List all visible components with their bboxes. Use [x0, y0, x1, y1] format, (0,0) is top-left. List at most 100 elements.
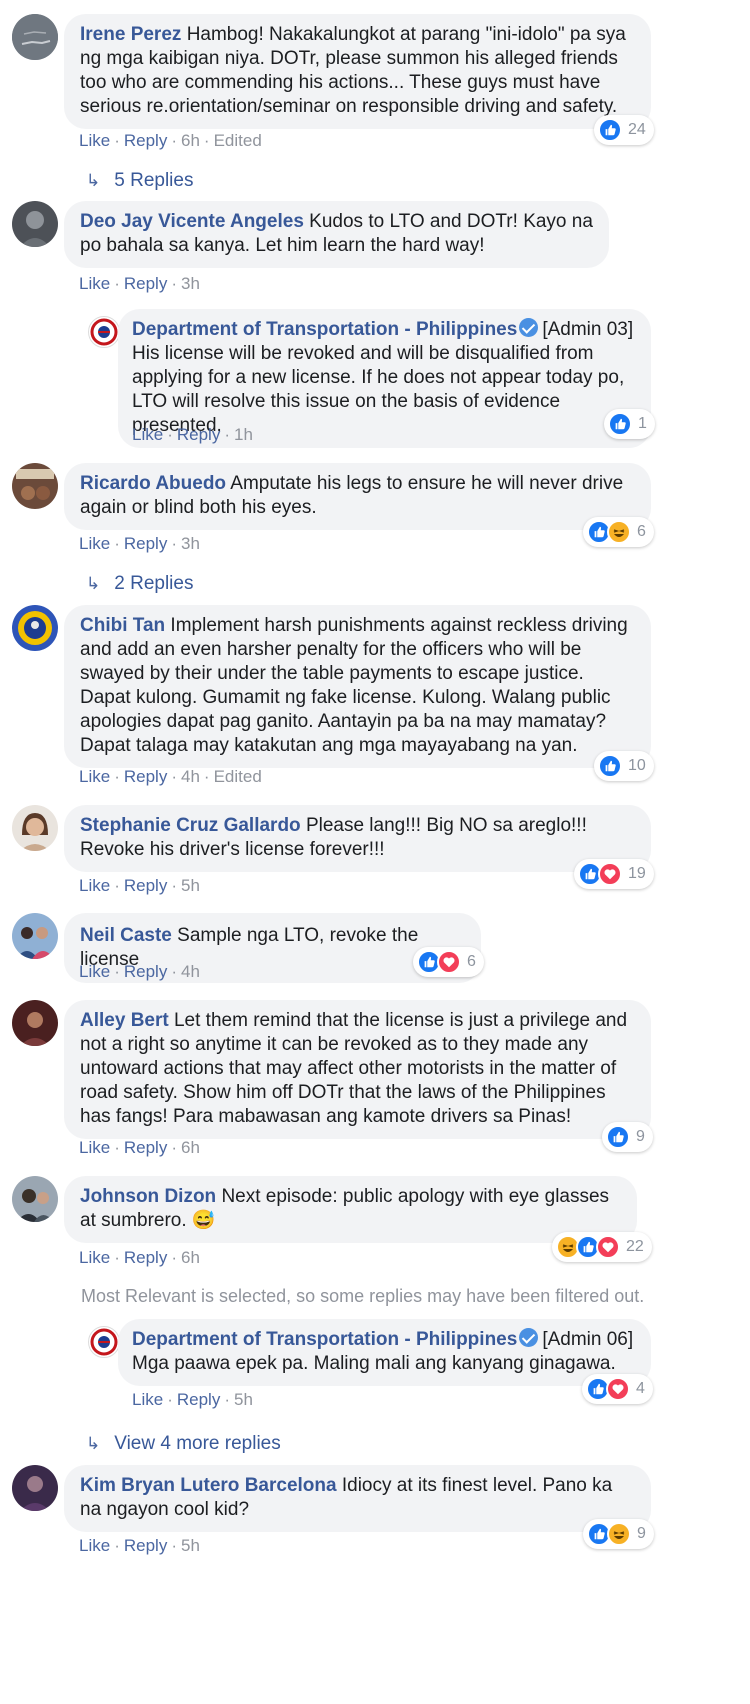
- view-replies-link[interactable]: ↳ 2 Replies: [86, 573, 193, 595]
- reaction-count: 4: [636, 1380, 645, 1397]
- comment-time[interactable]: 6h: [181, 131, 200, 150]
- avatar[interactable]: [12, 201, 58, 247]
- comment-time[interactable]: 4h: [181, 962, 200, 981]
- comment-actions: Like · Reply · 3h: [79, 534, 200, 553]
- reply-link[interactable]: Reply: [124, 1536, 167, 1555]
- reply-link[interactable]: Reply: [124, 274, 167, 293]
- reaction-summary[interactable]: 6: [413, 947, 484, 977]
- reply-link[interactable]: Reply: [177, 425, 220, 444]
- reaction-summary[interactable]: 4: [582, 1374, 653, 1404]
- reply-link[interactable]: Reply: [124, 131, 167, 150]
- reaction-summary[interactable]: 10: [594, 751, 654, 781]
- page-avatar[interactable]: [88, 1326, 120, 1358]
- reply-link[interactable]: Reply: [124, 876, 167, 895]
- love-reaction-icon: [596, 1235, 620, 1259]
- edited-label[interactable]: Edited: [214, 131, 262, 150]
- reply-link[interactable]: Reply: [177, 1390, 220, 1409]
- commenter-name[interactable]: Irene Perez: [80, 24, 181, 45]
- reaction-count: 1: [638, 415, 647, 432]
- comment-actions: Like · Reply · 5h: [132, 1390, 253, 1409]
- commenter-name[interactable]: Chibi Tan: [80, 615, 165, 636]
- commenter-name[interactable]: Ricardo Abuedo: [80, 473, 226, 494]
- reaction-summary[interactable]: 9: [602, 1122, 653, 1152]
- comment-time[interactable]: 5h: [181, 876, 200, 895]
- avatar[interactable]: [12, 14, 58, 60]
- like-link[interactable]: Like: [79, 962, 110, 981]
- comment-text: Mga paawa epek pa. Maling mali ang kanya…: [132, 1353, 616, 1374]
- comment-time[interactable]: 5h: [234, 1390, 253, 1409]
- love-reaction-icon: [437, 950, 461, 974]
- like-link[interactable]: Like: [79, 767, 110, 786]
- avatar[interactable]: [12, 913, 58, 959]
- reaction-summary[interactable]: 6: [583, 517, 654, 547]
- comment-time[interactable]: 1h: [234, 425, 253, 444]
- reaction-count: 6: [637, 523, 646, 540]
- filter-notice: Most Relevant is selected, so some repli…: [81, 1286, 645, 1306]
- view-more-replies-link[interactable]: ↳ View 4 more replies: [86, 1433, 281, 1455]
- page-avatar[interactable]: [88, 316, 120, 348]
- comment-actions: Like · Reply · 6h: [79, 1248, 200, 1267]
- comment-time[interactable]: 4h: [181, 767, 200, 786]
- admin-tag: [Admin 03]: [542, 319, 634, 340]
- reaction-count: 10: [628, 757, 646, 774]
- comment-actions: Like · Reply · 4h · Edited: [79, 767, 262, 786]
- commenter-name[interactable]: Stephanie Cruz Gallardo: [80, 815, 301, 836]
- reaction-summary[interactable]: 1: [604, 409, 655, 439]
- comment-actions: Like · Reply · 1h: [132, 425, 253, 444]
- replies-count[interactable]: 5 Replies: [114, 170, 193, 191]
- comment-actions: Like · Reply · 6h · Edited: [79, 131, 262, 150]
- comment-bubble: Alley Bert Let them remind that the lice…: [64, 1000, 651, 1139]
- reaction-count: 9: [636, 1128, 645, 1145]
- reply-link[interactable]: Reply: [124, 534, 167, 553]
- like-reaction-icon: [598, 754, 622, 778]
- reaction-summary[interactable]: 19: [574, 859, 654, 889]
- comment-time[interactable]: 3h: [181, 274, 200, 293]
- view-replies-link[interactable]: ↳ 5 Replies: [86, 170, 193, 192]
- reaction-summary[interactable]: 24: [594, 115, 654, 145]
- comment-time[interactable]: 5h: [181, 1536, 200, 1555]
- like-link[interactable]: Like: [79, 1248, 110, 1267]
- reply-arrow-icon: ↳: [86, 574, 101, 593]
- comment-bubble: Chibi Tan Implement harsh punishments ag…: [64, 605, 651, 768]
- reaction-summary[interactable]: 9: [583, 1519, 654, 1549]
- like-link[interactable]: Like: [79, 876, 110, 895]
- edited-label[interactable]: Edited: [214, 767, 262, 786]
- comment-time[interactable]: 3h: [181, 534, 200, 553]
- like-link[interactable]: Like: [79, 1536, 110, 1555]
- commenter-name[interactable]: Alley Bert: [80, 1010, 169, 1031]
- like-link[interactable]: Like: [79, 131, 110, 150]
- reply-link[interactable]: Reply: [124, 767, 167, 786]
- avatar[interactable]: [12, 1465, 58, 1511]
- reply-link[interactable]: Reply: [124, 1138, 167, 1157]
- like-link[interactable]: Like: [132, 1390, 163, 1409]
- avatar[interactable]: [12, 1000, 58, 1046]
- avatar[interactable]: [12, 605, 58, 651]
- reply-bubble: Department of Transportation - Philippin…: [118, 1319, 651, 1386]
- commenter-name[interactable]: Neil Caste: [80, 925, 172, 946]
- avatar[interactable]: [12, 1176, 58, 1222]
- reaction-count: 19: [628, 865, 646, 882]
- reply-link[interactable]: Reply: [124, 1248, 167, 1267]
- avatar[interactable]: [12, 805, 58, 851]
- comment-actions: Like · Reply · 5h: [79, 876, 200, 895]
- verified-badge-icon: [519, 318, 539, 337]
- view-more-replies-label[interactable]: View 4 more replies: [114, 1433, 281, 1454]
- comment-bubble: Stephanie Cruz Gallardo Please lang!!! B…: [64, 805, 651, 872]
- avatar[interactable]: [12, 463, 58, 509]
- commenter-name[interactable]: Deo Jay Vicente Angeles: [80, 211, 304, 232]
- comment-bubble: Ricardo Abuedo Amputate his legs to ensu…: [64, 463, 651, 530]
- reply-link[interactable]: Reply: [124, 962, 167, 981]
- commenter-name[interactable]: Johnson Dizon: [80, 1186, 216, 1207]
- comment-time[interactable]: 6h: [181, 1248, 200, 1267]
- replies-count[interactable]: 2 Replies: [114, 573, 193, 594]
- commenter-name[interactable]: Department of Transportation - Philippin…: [132, 1329, 517, 1350]
- commenter-name[interactable]: Department of Transportation - Philippin…: [132, 319, 517, 340]
- like-link[interactable]: Like: [79, 274, 110, 293]
- commenter-name[interactable]: Kim Bryan Lutero Barcelona: [80, 1475, 337, 1496]
- like-link[interactable]: Like: [132, 425, 163, 444]
- comment-time[interactable]: 6h: [181, 1138, 200, 1157]
- comment-actions: Like · Reply · 6h: [79, 1138, 200, 1157]
- reaction-summary[interactable]: 22: [552, 1232, 652, 1262]
- like-link[interactable]: Like: [79, 1138, 110, 1157]
- like-link[interactable]: Like: [79, 534, 110, 553]
